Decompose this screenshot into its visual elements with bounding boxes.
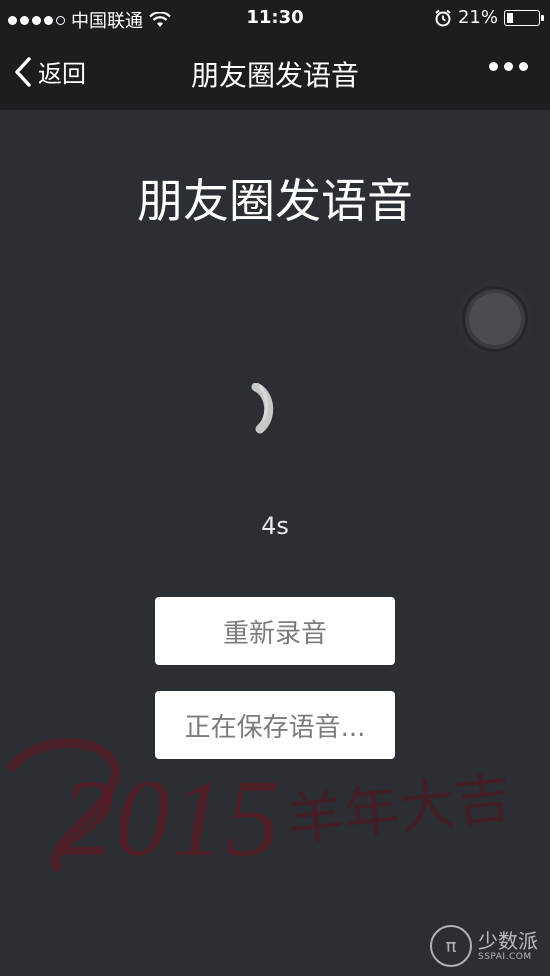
brand-name-cn: 少数派 <box>478 928 538 953</box>
assistive-touch-inner <box>469 293 521 345</box>
sspai-logo: π 少数派 SSPAI.COM <box>430 925 538 967</box>
status-bar: 中国联通 11:30 21% <box>0 0 550 36</box>
alarm-icon <box>435 9 451 26</box>
new-year-watermark: 2015 羊年大吉 <box>5 738 515 879</box>
watermark-year: 2015 <box>60 757 280 879</box>
brand-name-en: SSPAI.COM <box>478 951 532 962</box>
nav-title: 朋友圈发语音 <box>190 59 359 92</box>
loading-spinner-icon <box>251 383 274 434</box>
rerecord-button[interactable]: 重新录音 <box>155 597 395 665</box>
more-dots-icon[interactable] <box>489 62 528 71</box>
nav-bar: 返回 朋友圈发语音 <box>0 36 550 110</box>
battery-percent: 21% <box>457 7 498 28</box>
logo-text: 少数派 SSPAI.COM <box>478 931 538 962</box>
page-heading: 朋友圈发语音 <box>137 174 413 228</box>
status-right: 21% <box>434 7 544 28</box>
battery-fill <box>507 12 513 23</box>
assistive-touch-button[interactable] <box>456 280 534 358</box>
battery-icon <box>504 9 544 26</box>
recording-duration: 4s <box>261 512 289 540</box>
watermark-greeting: 羊年大吉 <box>285 766 515 854</box>
pi-logo-icon: π <box>430 925 472 967</box>
